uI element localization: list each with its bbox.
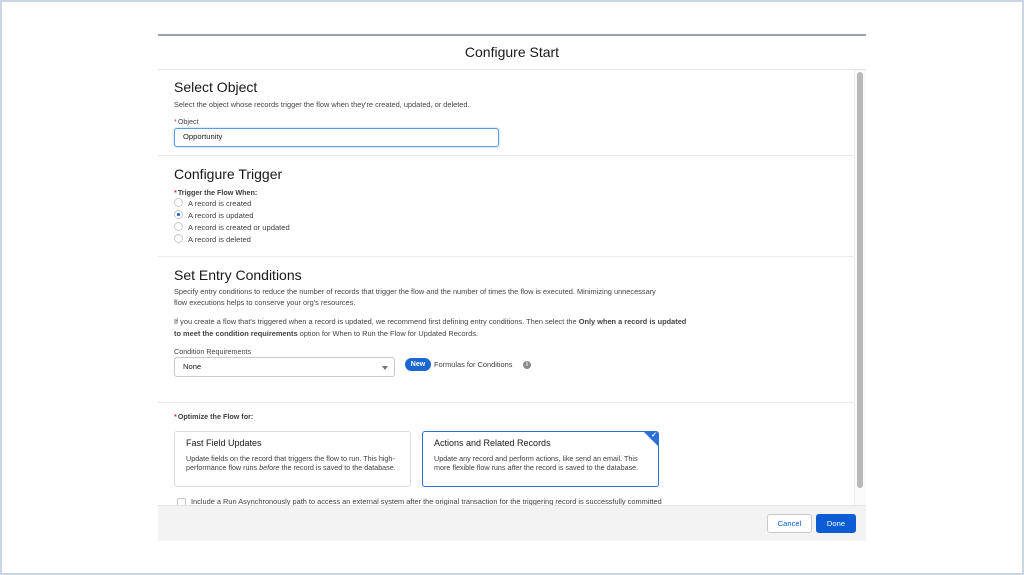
info-icon[interactable]: i bbox=[523, 361, 531, 369]
radio-record-created-or-updated[interactable]: A record is created or updated bbox=[174, 222, 290, 234]
modal-body: Select Object Select the object whose re… bbox=[158, 70, 866, 505]
entry-description-line-1: Specify entry conditions to reduce the n… bbox=[174, 287, 656, 296]
optimize-label-text: Optimize the Flow for: bbox=[177, 412, 254, 421]
card-description: Update fields on the record that trigger… bbox=[186, 454, 406, 473]
radio-button[interactable] bbox=[174, 222, 183, 231]
entry-recommendation: If you create a flow that's triggered wh… bbox=[174, 316, 694, 339]
condition-requirements-label: Condition Requirements bbox=[174, 347, 252, 356]
entry-description-line-2: flow executions helps to conserve your o… bbox=[174, 298, 356, 307]
radio-record-created[interactable]: A record is created bbox=[174, 198, 251, 210]
new-badge: New bbox=[405, 358, 431, 371]
scrollbar-thumb[interactable] bbox=[857, 72, 863, 488]
card-title: Actions and Related Records bbox=[434, 438, 551, 448]
modal-title: Configure Start bbox=[158, 36, 866, 70]
section-title: Configure Trigger bbox=[174, 166, 283, 182]
radio-label: A record is created or updated bbox=[188, 223, 290, 232]
radio-record-deleted[interactable]: A record is deleted bbox=[174, 234, 251, 246]
radio-button[interactable] bbox=[174, 210, 183, 219]
card-desc-text: the record is saved to the database. bbox=[279, 463, 396, 473]
configure-trigger-section: Configure Trigger *Trigger the Flow When… bbox=[158, 156, 854, 257]
trigger-label: *Trigger the Flow When: bbox=[174, 188, 257, 197]
run-async-label: Include a Run Asynchronously path to acc… bbox=[191, 497, 662, 505]
section-title: Select Object bbox=[174, 79, 258, 95]
fast-field-updates-card[interactable]: Fast Field Updates Update fields on the … bbox=[174, 431, 411, 487]
card-desc-emphasis: before bbox=[259, 463, 280, 473]
configure-start-modal: Configure Start Select Object Select the… bbox=[158, 34, 866, 541]
radio-label: A record is deleted bbox=[188, 235, 251, 244]
radio-button[interactable] bbox=[174, 234, 183, 243]
entry-conditions-section: Set Entry Conditions Specify entry condi… bbox=[158, 257, 854, 403]
object-label: *Object bbox=[174, 117, 199, 126]
required-asterisk: * bbox=[174, 117, 177, 126]
actions-and-related-records-card[interactable]: Actions and Related Records Update any r… bbox=[422, 431, 659, 487]
object-label-text: Object bbox=[177, 117, 199, 126]
recommend-suffix: option for When to Run the Flow for Upda… bbox=[297, 328, 478, 338]
run-async-checkbox[interactable] bbox=[177, 498, 186, 505]
required-asterisk: * bbox=[174, 188, 177, 197]
recommend-bold-1: Only when a record is bbox=[578, 317, 656, 326]
object-input[interactable]: Opportunity bbox=[174, 128, 499, 147]
card-desc-emphasis: after bbox=[507, 463, 522, 473]
card-desc-text: the record is saved to the database. bbox=[521, 463, 639, 473]
card-title: Fast Field Updates bbox=[186, 438, 262, 448]
condition-requirements-select[interactable]: None bbox=[174, 357, 395, 377]
modal-footer: Cancel Done bbox=[158, 505, 866, 541]
scrollbar[interactable] bbox=[854, 70, 866, 505]
radio-label: A record is updated bbox=[188, 211, 254, 220]
section-description: Select the object whose records trigger … bbox=[174, 100, 470, 109]
recommend-text: If you create a flow that's triggered wh… bbox=[174, 317, 579, 326]
card-description: Update any record and perform actions, l… bbox=[434, 454, 654, 473]
radio-record-updated[interactable]: A record is updated bbox=[174, 210, 253, 222]
trigger-label-text: Trigger the Flow When: bbox=[177, 188, 258, 197]
formulas-for-conditions-label: Formulas for Conditions bbox=[434, 360, 513, 369]
cancel-button[interactable]: Cancel bbox=[767, 514, 812, 533]
select-object-section: Select Object Select the object whose re… bbox=[158, 70, 854, 156]
radio-button[interactable] bbox=[174, 198, 183, 207]
done-button[interactable]: Done bbox=[816, 514, 856, 533]
select-value: None bbox=[183, 362, 202, 371]
optimize-label: *Optimize the Flow for: bbox=[174, 412, 253, 421]
radio-label: A record is created bbox=[188, 199, 252, 208]
required-asterisk: * bbox=[174, 412, 177, 421]
checkmark-icon: ✓ bbox=[651, 432, 657, 439]
chevron-down-icon bbox=[382, 366, 388, 370]
section-title: Set Entry Conditions bbox=[174, 267, 302, 283]
